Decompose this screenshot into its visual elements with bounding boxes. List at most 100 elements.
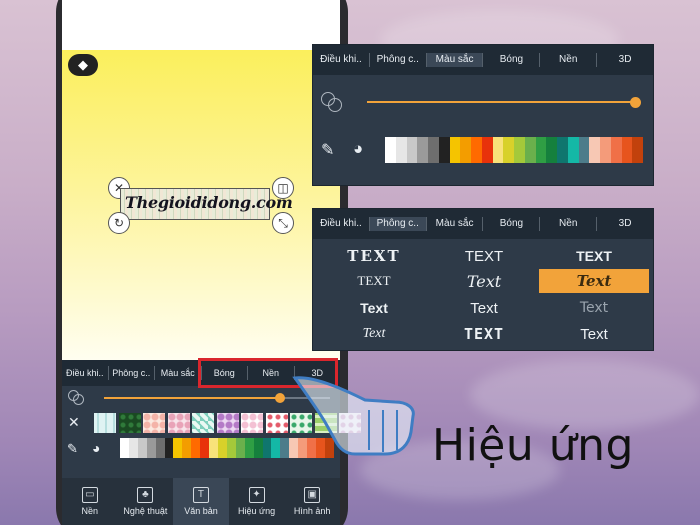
color-swatch[interactable] <box>253 438 263 458</box>
color-swatch[interactable] <box>244 438 254 458</box>
color-swatch[interactable] <box>567 137 579 163</box>
color-swatch[interactable] <box>524 137 536 163</box>
color-swatch[interactable] <box>182 438 192 458</box>
color-panel-tab-4[interactable]: Nền <box>540 53 598 67</box>
color-swatch[interactable] <box>385 137 396 163</box>
font-option[interactable]: TEXT <box>319 244 429 268</box>
color-panel-tab-0[interactable]: Điều khi.. <box>313 53 370 67</box>
palette-icon[interactable]: ◕ <box>353 139 363 159</box>
phone-tab-0[interactable]: Điều khi.. <box>62 366 109 380</box>
color-strip[interactable] <box>385 137 643 163</box>
color-swatch[interactable] <box>460 137 471 163</box>
color-swatch[interactable] <box>610 137 622 163</box>
color-panel-tab-1[interactable]: Phông c.. <box>370 53 427 67</box>
pattern-swatch[interactable] <box>94 413 116 433</box>
color-swatch[interactable] <box>600 137 611 163</box>
font-panel-tab-2[interactable]: Màu sắc <box>427 217 484 231</box>
font-panel-tabs: Điều khi.. Phông c.. Màu sắc Bóng Nền 3D <box>313 209 653 239</box>
font-option[interactable]: Text <box>539 296 649 320</box>
color-swatch[interactable] <box>200 438 210 458</box>
color-swatch[interactable] <box>438 137 450 163</box>
color-swatch[interactable] <box>235 438 245 458</box>
eyedropper-icon[interactable]: ✎ <box>321 140 334 160</box>
font-option[interactable]: Text <box>319 296 429 320</box>
opacity-slider-fill <box>104 397 281 399</box>
nav-item-0[interactable]: ▭ Nền <box>62 478 118 525</box>
color-swatch[interactable] <box>120 438 129 458</box>
font-option[interactable]: TEXT <box>319 269 429 293</box>
color-swatch[interactable] <box>406 137 418 163</box>
color-swatch[interactable] <box>481 137 493 163</box>
clear-icon[interactable]: ✕ <box>68 414 80 431</box>
color-swatch[interactable] <box>164 438 174 458</box>
color-swatch[interactable] <box>589 137 600 163</box>
phone-tab-2[interactable]: Màu sắc <box>155 366 202 380</box>
color-swatch[interactable] <box>428 137 439 163</box>
pattern-swatch[interactable] <box>143 413 165 433</box>
color-swatch[interactable] <box>146 438 156 458</box>
nav-item-4[interactable]: ▣ Hình ảnh <box>284 478 340 525</box>
phone-tab-1[interactable]: Phông c.. <box>109 366 155 380</box>
color-swatch[interactable] <box>191 438 201 458</box>
color-swatch[interactable] <box>546 137 557 163</box>
pattern-swatch[interactable] <box>216 413 239 433</box>
rotate-icon[interactable]: ↻ <box>108 212 130 234</box>
font-panel-tab-5[interactable]: 3D <box>597 217 653 231</box>
color-swatch[interactable] <box>226 438 236 458</box>
color-swatch[interactable] <box>471 137 482 163</box>
color-swatch[interactable] <box>514 137 525 163</box>
layers-icon[interactable]: ◆ <box>68 54 98 76</box>
opacity-slider-fill[interactable] <box>367 101 635 103</box>
nav-item-label: Văn bản <box>184 506 218 516</box>
font-option[interactable]: Text <box>539 322 649 346</box>
color-swatch[interactable] <box>137 438 147 458</box>
color-swatch[interactable] <box>395 137 407 163</box>
color-swatch[interactable] <box>632 137 643 163</box>
opacity-slider-knob[interactable] <box>630 97 641 108</box>
nav-item-1[interactable]: ♣ Nghệ thuật <box>118 478 174 525</box>
color-swatch[interactable] <box>271 438 281 458</box>
color-swatch[interactable] <box>128 438 138 458</box>
color-panel-tab-2[interactable]: Màu sắc <box>426 53 484 67</box>
text-layer[interactable]: Thegioididong.com <box>120 188 293 220</box>
font-panel-tab-1[interactable]: Phông c.. <box>369 217 427 231</box>
font-option[interactable]: Text <box>429 269 539 293</box>
font-panel-tab-0[interactable]: Điều khi.. <box>313 217 370 231</box>
color-panel-tab-3[interactable]: Bóng <box>483 53 541 67</box>
pattern-swatch[interactable] <box>167 413 190 433</box>
font-option[interactable]: TEXT <box>539 244 649 268</box>
pattern-swatch[interactable] <box>118 413 141 433</box>
font-option[interactable]: Text <box>539 269 649 293</box>
font-option[interactable]: Text <box>319 322 429 346</box>
color-swatch[interactable] <box>173 438 183 458</box>
color-swatch[interactable] <box>535 137 547 163</box>
color-panel-tab-5[interactable]: 3D <box>597 53 653 67</box>
color-swatch[interactable] <box>217 438 227 458</box>
color-swatch[interactable] <box>155 438 165 458</box>
resize-icon[interactable]: ⤡ <box>272 212 294 234</box>
background-icon: ▭ <box>81 487 98 503</box>
color-swatch[interactable] <box>209 438 218 458</box>
font-panel-tab-3[interactable]: Bóng <box>483 217 541 231</box>
color-swatch[interactable] <box>449 137 461 163</box>
font-panel-tab-4[interactable]: Nền <box>540 217 598 231</box>
font-option[interactable]: TEXT <box>429 244 539 268</box>
nav-item-2[interactable]: T Văn bản <box>173 478 229 525</box>
color-swatch[interactable] <box>503 137 514 163</box>
color-swatch[interactable] <box>578 137 590 163</box>
font-option[interactable]: Text <box>429 296 539 320</box>
bottom-nav: ▭ Nền ♣ Nghệ thuật T Văn bản ✦ Hiệu ứng ▣ Hình ản… <box>62 478 340 525</box>
color-swatch[interactable] <box>262 438 272 458</box>
effects-icon: ✦ <box>248 487 265 503</box>
palette-icon[interactable]: ◕ <box>92 440 100 456</box>
nav-item-3[interactable]: ✦ Hiệu ứng <box>229 478 285 525</box>
opacity-slider-knob[interactable] <box>275 393 286 403</box>
font-option[interactable]: TEXT <box>429 322 539 346</box>
pattern-swatch[interactable] <box>241 413 263 433</box>
color-swatch[interactable] <box>557 137 568 163</box>
color-swatch[interactable] <box>492 137 504 163</box>
eyedropper-icon[interactable]: ✎ <box>67 441 78 457</box>
color-swatch[interactable] <box>621 137 633 163</box>
color-swatch[interactable] <box>417 137 428 163</box>
pattern-swatch[interactable] <box>192 413 214 433</box>
